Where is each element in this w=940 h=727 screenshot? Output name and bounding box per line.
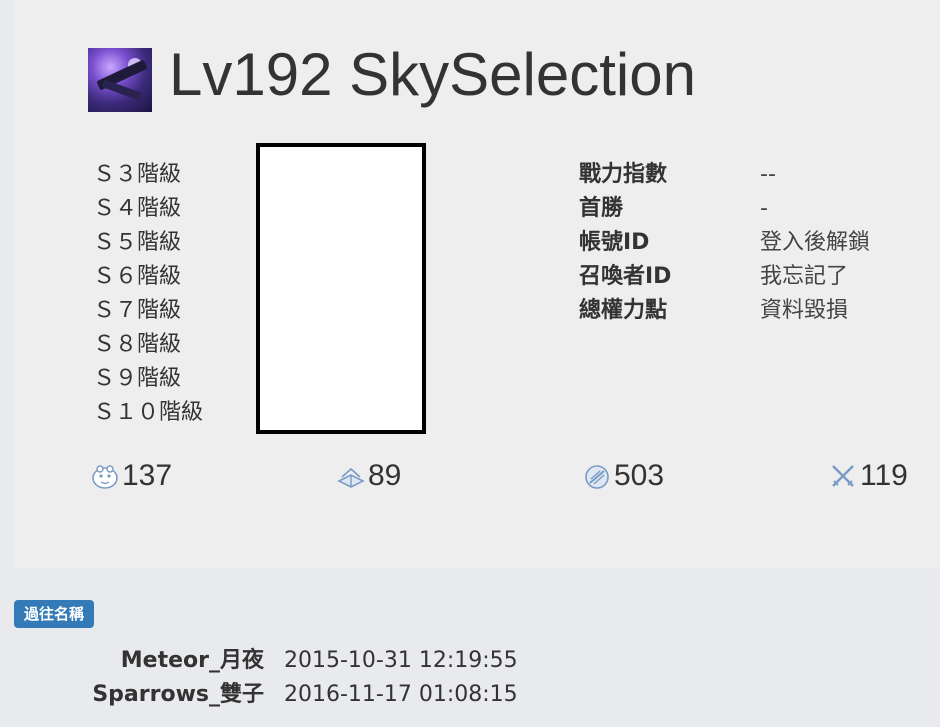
info-label: 戰力指數 [579,162,668,187]
list-item: Meteor_月夜 2015-10-31 12:19:55 [60,644,518,678]
past-name: Sparrows_雙子 [92,682,264,707]
info-value: - [760,196,768,221]
info-row: 首勝 - [579,192,870,226]
info-label: 總權力點 [579,298,668,323]
stat-shield: 503 [582,458,664,494]
shield-icon [582,461,612,491]
past-names-badge: 過往名稱 [14,600,95,628]
stat-value: 503 [614,459,665,492]
rank-item: Ｓ７階級 [93,298,182,323]
past-name: Meteor_月夜 [120,648,264,673]
info-table: 戰力指數 -- 首勝 - 帳號ID 登入後解鎖 召喚者ID 我忘記了 總權力點 資料毀損 [579,158,870,328]
rank-item: Ｓ５階級 [93,230,182,255]
info-row: 戰力指數 -- [579,158,870,192]
rank-list: Ｓ３階級 Ｓ４階級 Ｓ５階級 Ｓ６階級 Ｓ７階級 Ｓ８階級 Ｓ９階級 Ｓ１０階級 [93,158,203,430]
list-item: Sparrows_雙子 2016-11-17 01:08:15 [60,678,518,712]
book-icon [336,461,366,491]
info-value: 資料毀損 [760,298,849,323]
champion-avatar-icon [88,48,152,112]
info-value: 我忘記了 [760,264,849,289]
past-name-date: 2016-11-17 01:08:15 [284,682,518,707]
rank-item: Ｓ１０階級 [93,400,204,425]
info-label: 帳號ID [579,230,650,255]
stat-swords: 119 [828,458,908,494]
info-row: 帳號ID 登入後解鎖 [579,226,870,260]
rank-item: Ｓ９階級 [93,366,182,391]
rank-item: Ｓ６階級 [93,264,182,289]
summoner-title: Lv192 SkySelection [169,41,696,108]
rank-item: Ｓ３階級 [93,162,182,187]
crossed-swords-icon [828,461,858,491]
info-row: 召喚者ID 我忘記了 [579,260,870,294]
info-value: -- [760,162,776,187]
stat-poro: 137 [90,458,172,494]
stat-value: 89 [368,459,402,492]
info-label: 首勝 [579,196,624,221]
stat-value: 137 [122,459,173,492]
redacted-box [256,143,426,434]
past-names-list: Meteor_月夜 2015-10-31 12:19:55 Sparrows_雙子… [60,644,518,712]
rank-item: Ｓ４階級 [93,196,182,221]
stat-value: 119 [860,459,908,492]
info-label: 召喚者ID [579,264,672,289]
info-value: 登入後解鎖 [760,230,871,255]
info-row: 總權力點 資料毀損 [579,294,870,328]
stat-book: 89 [336,458,401,494]
poro-icon [90,461,120,491]
past-name-date: 2015-10-31 12:19:55 [284,648,518,673]
rank-item: Ｓ８階級 [93,332,182,357]
